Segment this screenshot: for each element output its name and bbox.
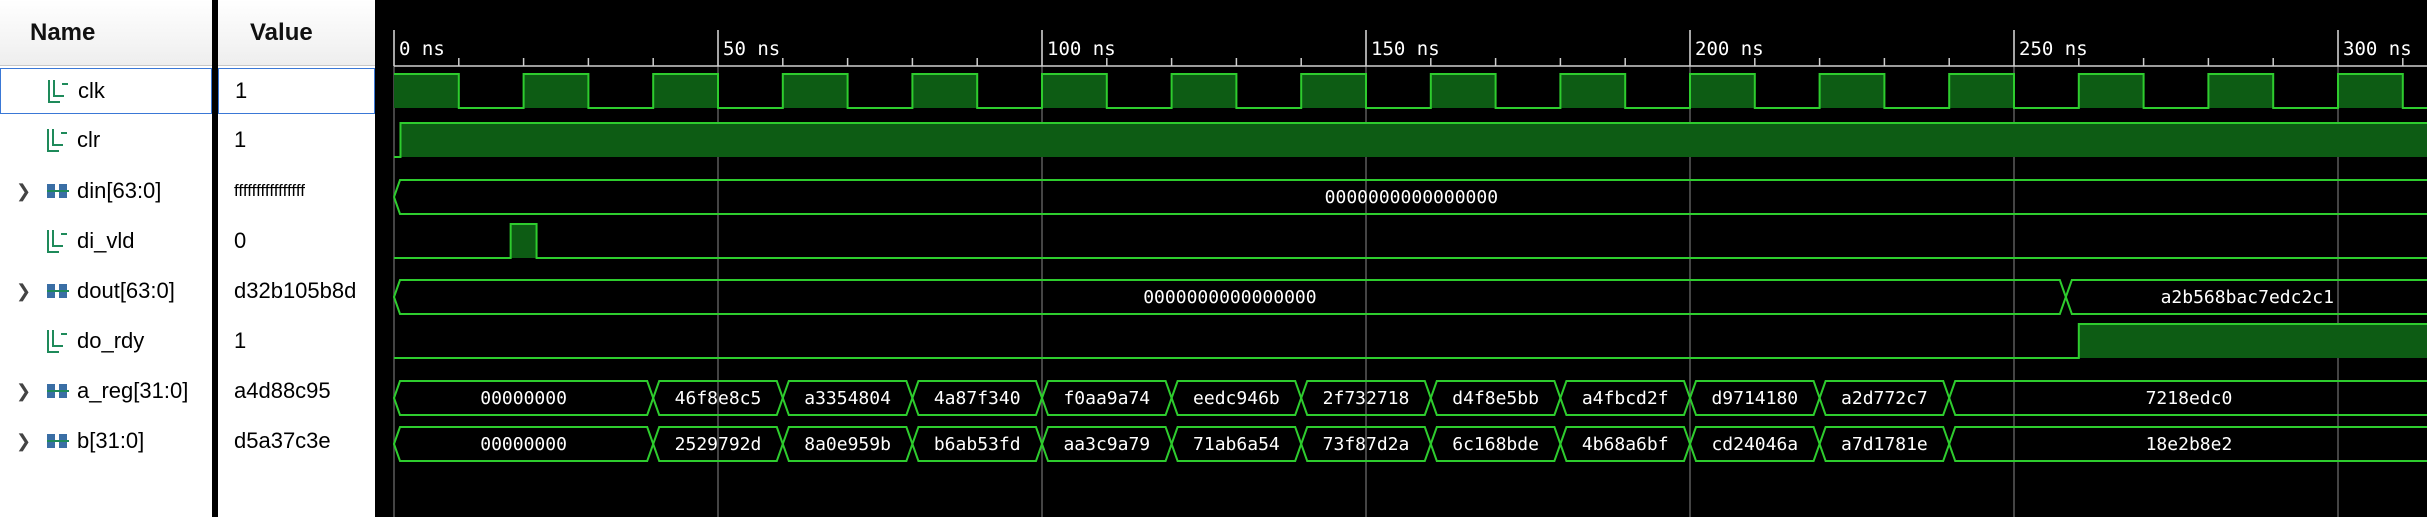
signal-value: 1 bbox=[234, 328, 247, 353]
signal-row-b[interactable]: ❯ b[31:0] bbox=[0, 418, 212, 464]
do-rdy-high-fill bbox=[2078, 324, 2427, 358]
signal-row-do-rdy[interactable]: do_rdy bbox=[0, 318, 212, 364]
bus-icon bbox=[45, 381, 71, 401]
column-divider[interactable] bbox=[375, 0, 387, 517]
value-column: Value 1 1 ffffffffffffffff 0 d32b105b8d … bbox=[218, 0, 375, 517]
b-value-label: 6c168bde bbox=[1452, 434, 1539, 455]
clk-high-fill bbox=[523, 74, 589, 108]
time-label: 200 ns bbox=[1695, 38, 1764, 60]
b-value-label: 71ab6a54 bbox=[1193, 434, 1280, 455]
clk-high-fill bbox=[1560, 74, 1626, 108]
a-reg-value-label: f0aa9a74 bbox=[1063, 388, 1150, 409]
a-reg-value-label: 00000000 bbox=[480, 388, 567, 409]
signal-value: 0 bbox=[234, 228, 247, 253]
signal-name: do_rdy bbox=[77, 328, 145, 353]
name-column: Name clk clr ❯ din[63:0] di_vld ❯ dout[6… bbox=[0, 0, 212, 517]
signal-name: a_reg[31:0] bbox=[77, 378, 189, 403]
clk-high-fill bbox=[1430, 74, 1496, 108]
signal-row-clr[interactable]: clr bbox=[0, 117, 212, 163]
expand-chevron-icon[interactable]: ❯ bbox=[16, 381, 31, 402]
a-reg-value-label: a3354804 bbox=[804, 388, 891, 409]
waveform-canvas[interactable]: 0 ns 50 ns 100 ns 150 ns 200 ns 250 ns 300 ns 0… bbox=[387, 0, 2427, 517]
signal-value: d5a37c3e bbox=[234, 428, 331, 453]
clk-high-fill bbox=[2078, 74, 2144, 108]
signal-name: dout[63:0] bbox=[77, 278, 175, 303]
b-value-label: 18e2b8e2 bbox=[2146, 434, 2233, 455]
signal-row-clk[interactable]: clk bbox=[0, 68, 212, 114]
b-value-label: 8a0e959b bbox=[804, 434, 891, 455]
signal-row-dout[interactable]: ❯ dout[63:0] bbox=[0, 268, 212, 314]
a-reg-value-label: a4fbcd2f bbox=[1582, 388, 1669, 409]
a-reg-value-label: 2f732718 bbox=[1323, 388, 1410, 409]
clr-high-fill bbox=[400, 123, 2427, 157]
signal-row-a-reg[interactable]: ❯ a_reg[31:0] bbox=[0, 368, 212, 414]
time-label: 250 ns bbox=[2019, 38, 2088, 60]
signal-value: d32b105b8d bbox=[234, 278, 357, 303]
signal-icon bbox=[45, 127, 69, 153]
bus-icon bbox=[45, 181, 71, 201]
a-reg-value-label: 7218edc0 bbox=[2146, 388, 2233, 409]
time-label: 50 ns bbox=[723, 38, 780, 60]
a-reg-value-label: 4a87f340 bbox=[934, 388, 1021, 409]
bus-icon bbox=[45, 281, 71, 301]
a-reg-value-label: d4f8e5bb bbox=[1452, 388, 1539, 409]
dout-value-label: a2b568bac7edc2c1 bbox=[2161, 287, 2334, 308]
waveform-viewer: Name clk clr ❯ din[63:0] di_vld ❯ dout[6… bbox=[0, 0, 2427, 517]
b-value-label: b6ab53fd bbox=[934, 434, 1021, 455]
di-vld-waveform bbox=[394, 223, 2427, 259]
expand-chevron-icon[interactable]: ❯ bbox=[16, 281, 31, 302]
b-value-label: 4b68a6bf bbox=[1582, 434, 1669, 455]
a-reg-value-label: 46f8e8c5 bbox=[675, 388, 762, 409]
signal-row-di-vld[interactable]: di_vld bbox=[0, 218, 212, 264]
time-label: 0 ns bbox=[399, 38, 445, 60]
signal-value: ffffffffffffffff bbox=[234, 181, 305, 200]
signal-value: 1 bbox=[234, 127, 247, 152]
time-label: 300 ns bbox=[2343, 38, 2412, 60]
a-reg-value-label: eedc946b bbox=[1193, 388, 1280, 409]
expand-chevron-icon[interactable]: ❯ bbox=[16, 181, 31, 202]
signal-icon bbox=[46, 78, 70, 104]
a-reg-value-label: d9714180 bbox=[1711, 388, 1798, 409]
clk-high-fill bbox=[653, 74, 718, 108]
signal-name: b[31:0] bbox=[77, 428, 145, 453]
clk-high-fill bbox=[1171, 74, 1237, 108]
di-vld-high-fill bbox=[510, 224, 537, 258]
signal-value: 1 bbox=[218, 68, 375, 114]
bus-icon bbox=[45, 431, 71, 451]
signal-icon bbox=[45, 228, 69, 254]
b-value-label: 73f87d2a bbox=[1323, 434, 1410, 455]
signal-name: clr bbox=[77, 127, 101, 152]
signal-name: clk bbox=[78, 78, 105, 103]
time-label: 100 ns bbox=[1047, 38, 1116, 60]
clk-high-fill bbox=[2338, 74, 2403, 108]
clk-high-fill bbox=[1042, 74, 1107, 108]
b-value-label: cd24046a bbox=[1711, 434, 1798, 455]
din-value-label: 0000000000000000 bbox=[1325, 187, 1498, 208]
b-value-label: a7d1781e bbox=[1841, 434, 1928, 455]
time-label: 150 ns bbox=[1371, 38, 1440, 60]
expand-chevron-icon[interactable]: ❯ bbox=[16, 431, 31, 452]
clk-high-fill bbox=[1949, 74, 2014, 108]
b-value-label: 2529792d bbox=[675, 434, 762, 455]
b-value-label: aa3c9a79 bbox=[1063, 434, 1150, 455]
clk-high-fill bbox=[1819, 74, 1885, 108]
signal-value: a4d88c95 bbox=[234, 378, 331, 403]
a-reg-value-label: a2d772c7 bbox=[1841, 388, 1928, 409]
signal-icon bbox=[45, 328, 69, 354]
b-value-label: 00000000 bbox=[480, 434, 567, 455]
dout-value-label: 0000000000000000 bbox=[1143, 287, 1316, 308]
signal-name: din[63:0] bbox=[77, 178, 162, 203]
name-column-header[interactable]: Name bbox=[0, 0, 212, 66]
signal-name: di_vld bbox=[77, 228, 135, 253]
clk-high-fill bbox=[912, 74, 978, 108]
clk-high-fill bbox=[2208, 74, 2274, 108]
clk-high-fill bbox=[1301, 74, 1366, 108]
clk-high-fill bbox=[782, 74, 848, 108]
clk-high-fill bbox=[1690, 74, 1755, 108]
signal-row-din[interactable]: ❯ din[63:0] bbox=[0, 168, 212, 214]
value-column-header[interactable]: Value bbox=[218, 0, 375, 66]
clk-high-fill bbox=[394, 74, 459, 108]
